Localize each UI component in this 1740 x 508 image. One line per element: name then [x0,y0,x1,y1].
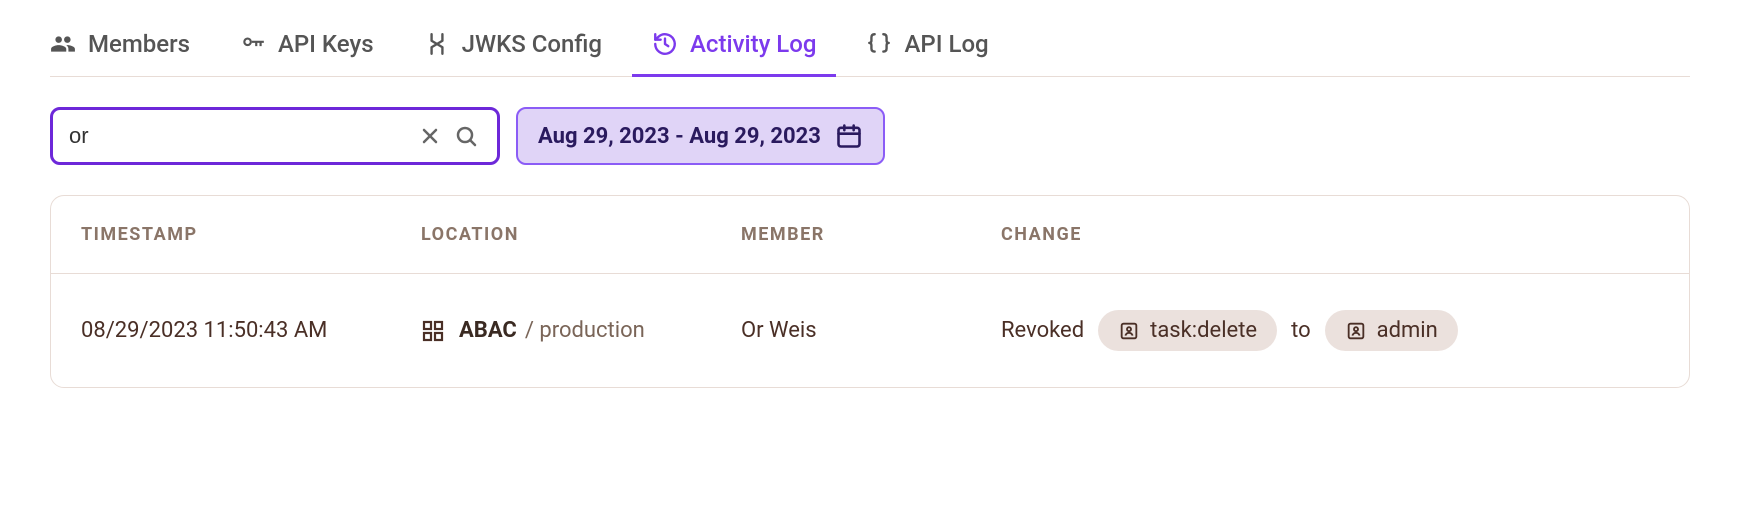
tab-activity-log[interactable]: Activity Log [652,20,816,76]
search-input[interactable] [69,123,409,149]
table-header: TIMESTAMP LOCATION MEMBER CHANGE [51,196,1689,274]
permission-label: task:delete [1150,318,1257,343]
col-header-timestamp: TIMESTAMP [81,224,421,245]
badge-icon [1118,320,1140,342]
change-verb: Revoked [1001,318,1084,343]
grid-icon [421,319,445,343]
tab-jwks-config[interactable]: JWKS Config [424,20,602,76]
cell-location: ABAC / production [421,318,741,343]
tab-label: JWKS Config [462,30,602,58]
tab-api-log[interactable]: API Log [866,20,988,76]
col-header-change: CHANGE [1001,224,1659,245]
tab-label: Activity Log [690,30,816,58]
cell-change: Revoked task:delete to admin [1001,310,1659,351]
jwks-icon [424,31,450,57]
location-main: ABAC [459,318,517,343]
col-header-location: LOCATION [421,224,741,245]
tab-api-keys[interactable]: API Keys [240,20,374,76]
members-icon [50,31,76,57]
location-sub: / production [525,318,645,343]
badge-icon [1345,320,1367,342]
role-label: admin [1377,318,1438,343]
date-range-label: Aug 29, 2023 - Aug 29, 2023 [538,124,821,149]
cell-timestamp: 08/29/2023 11:50:43 AM [81,318,421,343]
change-connector: to [1291,318,1311,343]
key-icon [240,31,266,57]
permission-chip: task:delete [1098,310,1277,351]
history-icon [652,31,678,57]
cell-member: Or Weis [741,318,1001,343]
tab-members[interactable]: Members [50,20,190,76]
role-chip: admin [1325,310,1458,351]
search-box[interactable] [50,107,500,165]
search-icon[interactable] [451,121,481,151]
calendar-icon [835,122,863,150]
table-row: 08/29/2023 11:50:43 AM ABAC / production… [51,274,1689,387]
tab-label: API Keys [278,30,374,58]
tab-label: Members [88,30,190,58]
activity-table: TIMESTAMP LOCATION MEMBER CHANGE 08/29/2… [50,195,1690,388]
tabs-bar: Members API Keys JWKS Config Activity Lo… [50,20,1690,77]
controls-row: Aug 29, 2023 - Aug 29, 2023 [50,107,1690,165]
date-range-picker[interactable]: Aug 29, 2023 - Aug 29, 2023 [516,107,885,165]
col-header-member: MEMBER [741,224,1001,245]
tab-label: API Log [904,30,988,58]
braces-icon [866,31,892,57]
clear-icon[interactable] [415,121,445,151]
